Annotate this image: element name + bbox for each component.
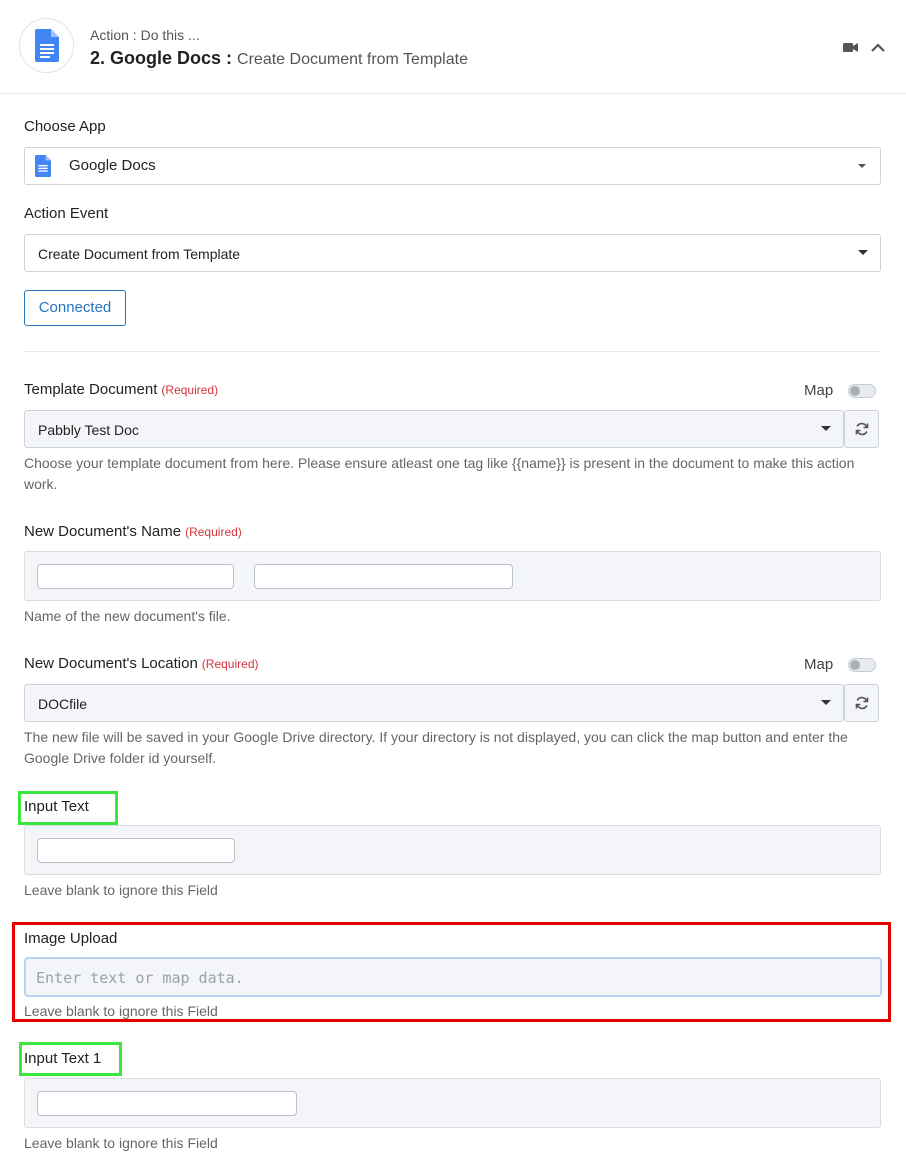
step-app-title: 2. Google Docs : <box>90 48 233 68</box>
template-document-label-text: Template Document <box>24 381 158 398</box>
image-upload-field[interactable] <box>24 957 882 997</box>
toggle-knob <box>850 660 860 670</box>
template-document-select[interactable]: Pabbly Test Doc <box>24 410 844 448</box>
refresh-button[interactable] <box>844 684 879 722</box>
template-document-help: Choose your template document from here.… <box>24 455 855 492</box>
input-text-field[interactable] <box>24 825 881 875</box>
step-event-title: Create Document from Template <box>237 51 468 68</box>
new-doc-name-field[interactable]: - <box>24 551 881 601</box>
choose-app-select[interactable]: Google Docs <box>24 147 881 185</box>
new-doc-name-help: Name of the new document's file. <box>24 608 231 624</box>
required-tag: (Required) <box>201 657 259 671</box>
new-doc-name-label-text: New Document's Name <box>24 523 182 540</box>
caret-down-icon <box>858 164 866 168</box>
required-tag: (Required) <box>161 383 219 397</box>
map-toggle-label: Map <box>804 382 834 399</box>
caret-down-icon <box>858 250 868 255</box>
mapped-value-pill[interactable] <box>254 564 513 589</box>
image-upload-help: Leave blank to ignore this Field <box>24 1003 218 1019</box>
refresh-icon <box>855 696 869 710</box>
refresh-icon <box>855 422 869 436</box>
mapped-value-pill[interactable] <box>37 838 235 863</box>
action-step-header[interactable]: Action : Do this ... 2. Google Docs : Cr… <box>0 0 906 94</box>
image-upload-label: Image Upload <box>24 930 118 947</box>
toggle-knob <box>850 386 860 396</box>
choose-app-label: Choose App <box>24 118 106 135</box>
input-text-1-label: Input Text 1 <box>24 1050 102 1067</box>
chevron-up-icon[interactable] <box>870 40 886 56</box>
new-doc-name-label: New Document's Name (Required) <box>24 523 242 540</box>
map-toggle-label: Map <box>804 656 834 673</box>
video-icon[interactable] <box>843 42 858 53</box>
step-subtitle: Action : Do this ... <box>90 27 200 43</box>
map-toggle[interactable] <box>848 658 876 672</box>
choose-app-value: Google Docs <box>69 157 156 174</box>
caret-down-icon <box>821 426 831 431</box>
new-doc-location-select[interactable]: DOCfile <box>24 684 844 722</box>
new-doc-location-help: The new file will be saved in your Googl… <box>24 729 848 766</box>
new-doc-location-label: New Document's Location (Required) <box>24 655 259 672</box>
template-document-value: Pabbly Test Doc <box>38 422 139 438</box>
new-doc-location-label-text: New Document's Location <box>24 655 198 672</box>
action-event-label: Action Event <box>24 205 109 222</box>
input-text-label: Input Text <box>24 798 89 815</box>
new-doc-location-value: DOCfile <box>38 696 88 712</box>
required-tag: (Required) <box>185 525 242 539</box>
google-docs-icon <box>35 29 59 62</box>
google-docs-icon <box>35 155 51 177</box>
step-title: 2. Google Docs : Create Document from Te… <box>90 48 468 69</box>
action-event-select[interactable]: Create Document from Template <box>24 234 881 272</box>
input-text-1-field[interactable] <box>24 1078 881 1128</box>
image-upload-input[interactable] <box>26 959 858 997</box>
section-divider <box>24 351 881 352</box>
connected-button[interactable]: Connected <box>24 290 126 326</box>
mapped-value-pill[interactable] <box>37 564 234 589</box>
input-text-help: Leave blank to ignore this Field <box>24 882 218 898</box>
template-document-label: Template Document (Required) <box>24 381 218 398</box>
refresh-button[interactable] <box>844 410 879 448</box>
map-toggle[interactable] <box>848 384 876 398</box>
action-event-value: Create Document from Template <box>38 246 241 262</box>
caret-down-icon <box>821 700 831 705</box>
google-docs-logo <box>19 18 74 73</box>
input-text-1-help: Leave blank to ignore this Field <box>24 1135 218 1151</box>
mapped-value-pill[interactable] <box>37 1091 297 1116</box>
